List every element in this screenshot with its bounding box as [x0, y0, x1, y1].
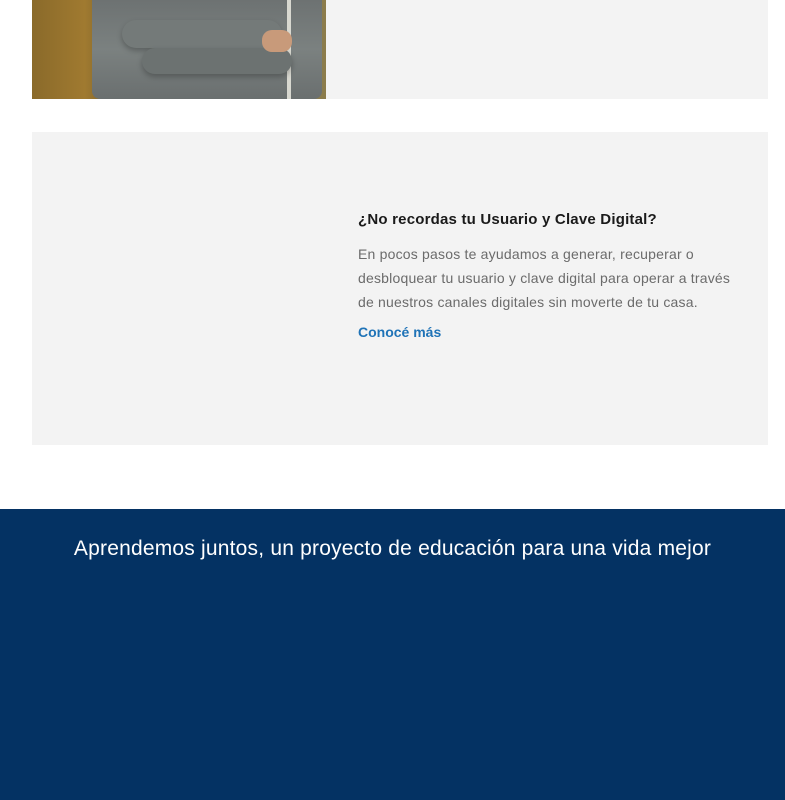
photo-hand — [262, 30, 292, 52]
recover-card-description: En pocos pasos te ayudamos a generar, re… — [358, 246, 731, 310]
education-banner-title: Aprendemos juntos, un proyecto de educac… — [73, 537, 712, 560]
recover-credentials-card: ¿No recordas tu Usuario y Clave Digital?… — [32, 132, 768, 445]
promo-card-top — [32, 0, 768, 99]
person-photo — [32, 0, 326, 99]
recover-card-title: ¿No recordas tu Usuario y Clave Digital? — [358, 211, 657, 228]
photo-arm-lower — [142, 48, 292, 74]
conoce-mas-link[interactable]: Conocé más — [358, 322, 441, 342]
page: ¿No recordas tu Usuario y Clave Digital?… — [0, 0, 785, 800]
photo-arm-upper — [122, 20, 282, 48]
recover-card-content: ¿No recordas tu Usuario y Clave Digital?… — [358, 210, 738, 342]
education-banner: Aprendemos juntos, un proyecto de educac… — [0, 509, 785, 800]
